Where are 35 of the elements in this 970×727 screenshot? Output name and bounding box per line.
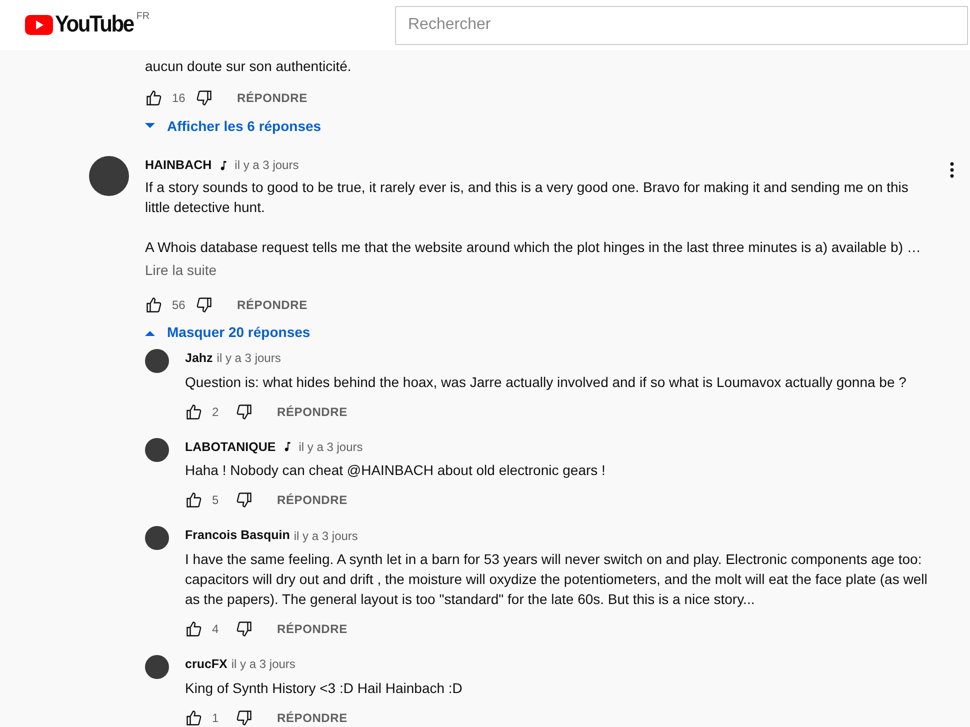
logo-wordmark[interactable]: YouTube xyxy=(55,10,134,40)
comment-text: If a story sounds to good to be true, it rarely ever is, and this is a very good one. Bravo for making it and sending me on this little detective hunt. xyxy=(145,178,910,217)
reply-button[interactable]: RÉPONDRE xyxy=(277,491,348,510)
comment-time[interactable]: il y a 3 jours xyxy=(294,526,358,545)
like-count: 1 xyxy=(212,710,220,727)
comment-text: aucun doute sur son authenticité. xyxy=(145,57,352,76)
search-field[interactable]: Rechercher xyxy=(395,6,968,44)
reply-text: Haha ! Nobody can cheat @HAINBACH about old electronic gears ! xyxy=(185,461,606,480)
comment-time[interactable]: il y a 3 jours xyxy=(231,655,296,674)
author-name[interactable]: crucFX xyxy=(185,655,228,674)
like-count: 2 xyxy=(212,404,220,420)
reply-button[interactable]: RÉPONDRE xyxy=(277,708,348,727)
author-name[interactable]: HAINBACH xyxy=(145,156,212,175)
reply-button[interactable]: RÉPONDRE xyxy=(277,402,348,420)
replies-toggle[interactable]: Masquer 20 réponses xyxy=(145,320,310,345)
author-name[interactable]: Jahz xyxy=(185,348,213,368)
like-count: 56 xyxy=(172,296,186,314)
comment-time[interactable]: il y a 3 jours xyxy=(234,156,299,174)
comment-text: A Whois database request tells me that the website around which the plot hinges in the last three minutes is a) available b) … xyxy=(145,238,922,257)
reply-button[interactable]: RÉPONDRE xyxy=(277,620,348,638)
reply-text: Question is: what hides behind the hoax, was Jarre actually involved and if so what is Loumavox actually gonna be ? xyxy=(185,372,908,392)
like-count: 5 xyxy=(212,492,220,510)
reply-text: King of Synth History <3 :D Hail Hainbach :D xyxy=(185,678,464,698)
reply-button[interactable]: RÉPONDRE xyxy=(237,89,308,107)
replies-toggle[interactable]: Afficher les 6 réponses xyxy=(145,114,322,138)
author-name[interactable]: Francois Basquin xyxy=(185,526,290,545)
region-code: FR xyxy=(136,12,150,22)
reply-text: I have the same feeling. A synth let in a barn for 53 years will never switch on and play. Electronic components age too: capacitors will dry out and drift , the moisture will oxydize the potentiometers, and the molt will eat the face plate (as well as the papers). The general layout is too "standard" for the late 60s. But this is a nice story... xyxy=(185,550,928,609)
author-name[interactable]: LABOTANIQUE xyxy=(185,438,276,456)
reply-button[interactable]: RÉPONDRE xyxy=(237,296,308,314)
comment-time[interactable]: il y a 3 jours xyxy=(298,438,363,456)
read-more-link[interactable]: Lire la suite xyxy=(145,260,217,280)
like-count: 4 xyxy=(212,621,220,638)
comment-time[interactable]: il y a 3 jours xyxy=(216,349,281,368)
like-count: 16 xyxy=(172,90,186,107)
